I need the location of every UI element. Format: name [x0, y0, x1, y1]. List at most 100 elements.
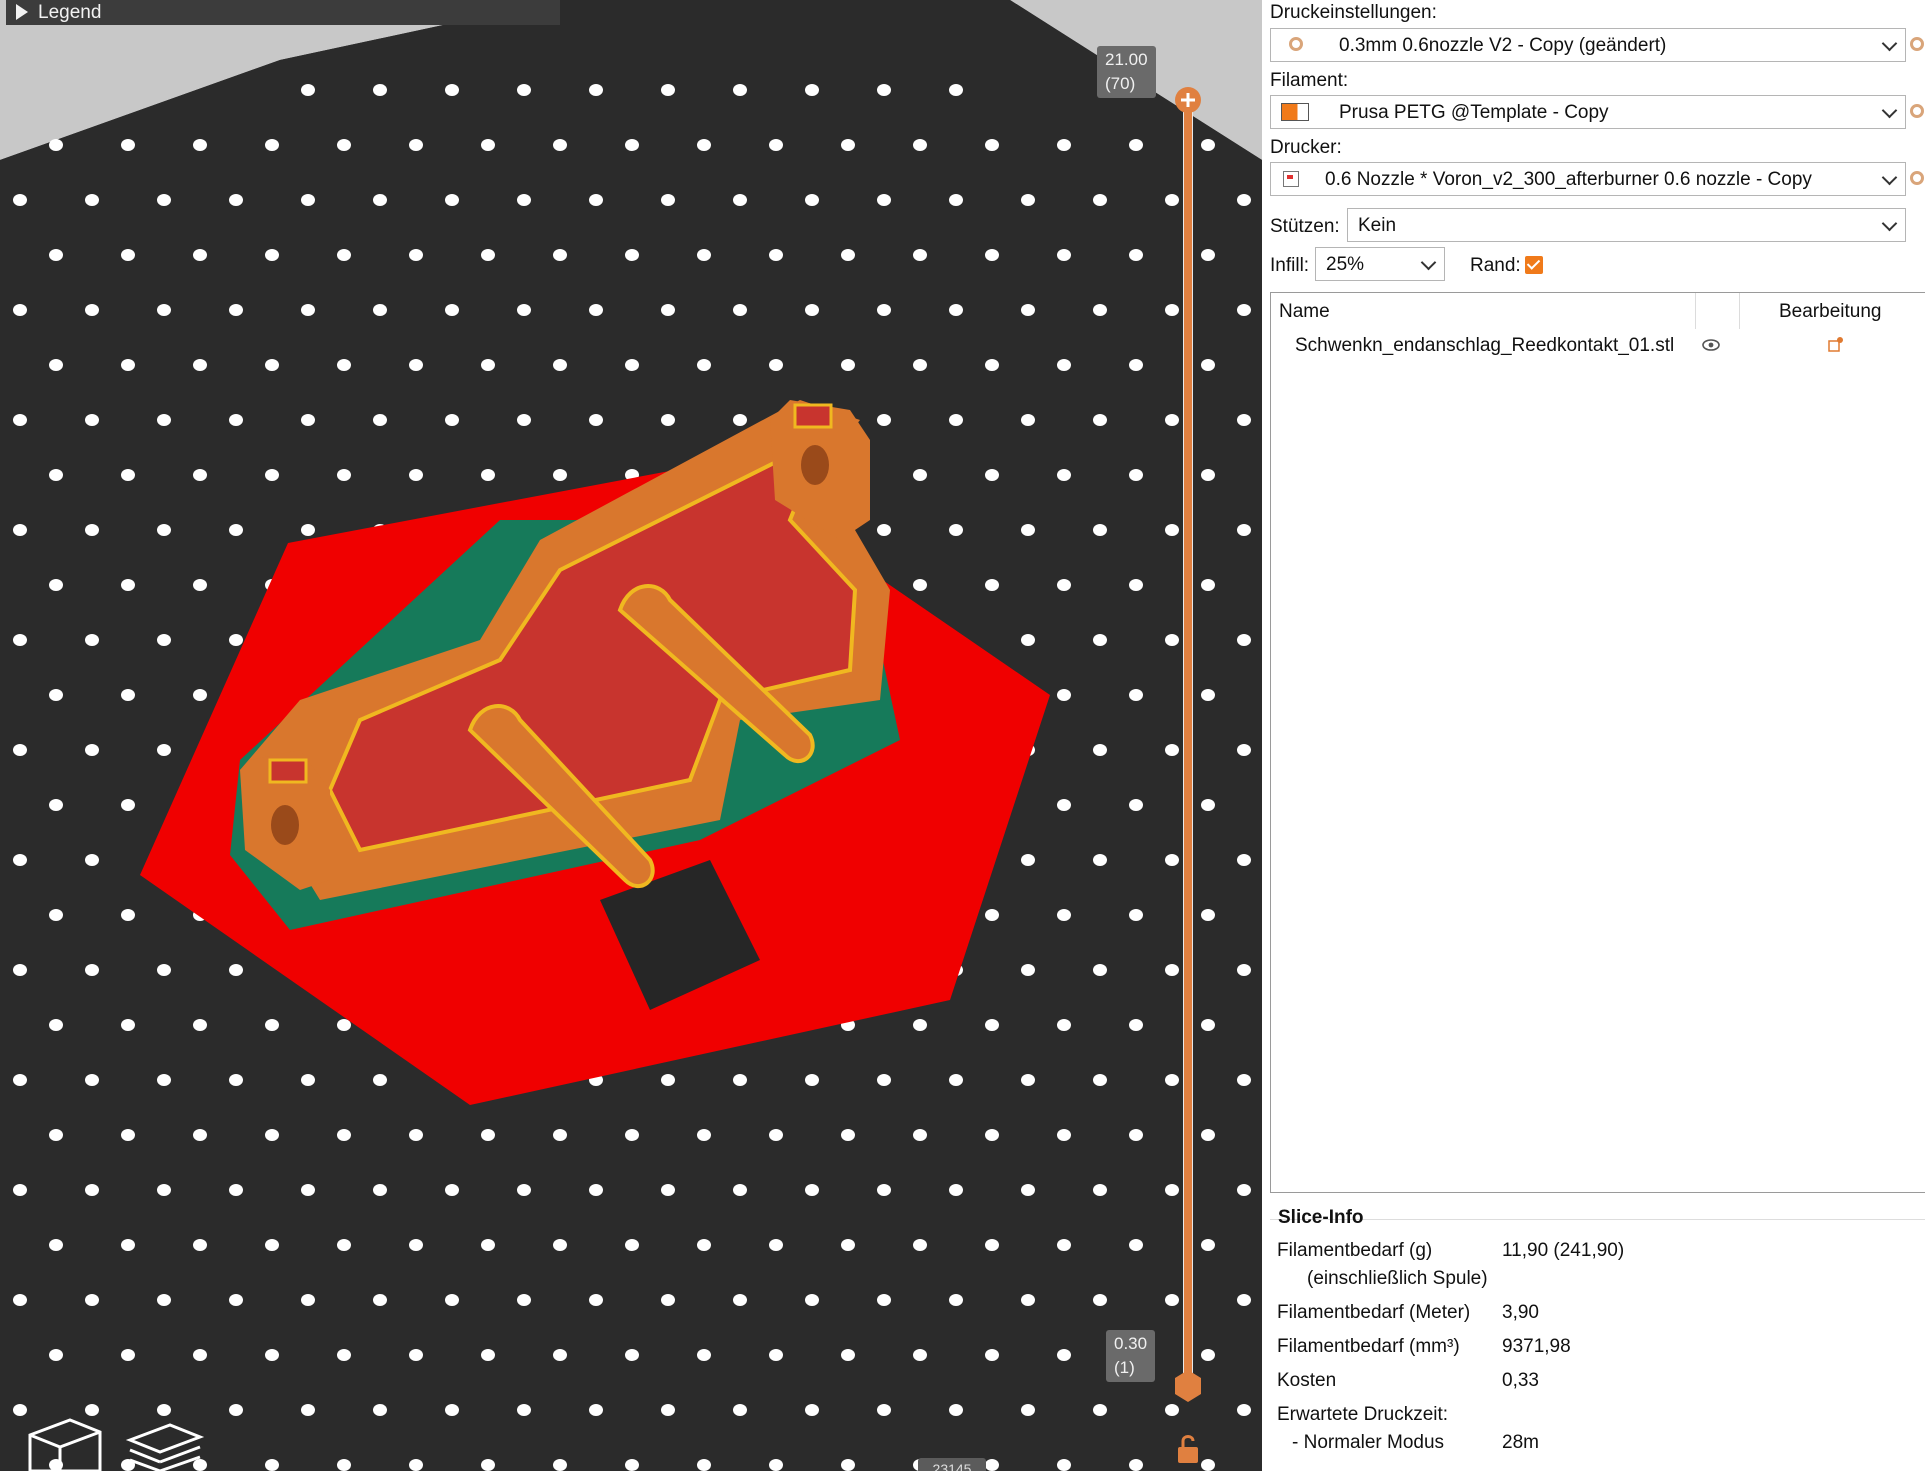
bed-dot: [733, 1184, 747, 1196]
brim-label: Rand:: [1470, 255, 1521, 276]
gcode-preview-scene[interactable]: [0, 0, 1262, 1471]
column-header-name[interactable]: Name: [1279, 301, 1330, 323]
bed-dot: [1129, 1239, 1143, 1251]
bed-dot: [229, 524, 243, 536]
bed-dot: [373, 194, 387, 206]
bed-dot: [49, 139, 63, 151]
bed-dot: [121, 469, 135, 481]
bed-dot: [301, 1074, 315, 1086]
bed-dot: [121, 1239, 135, 1251]
bed-dot: [949, 1074, 963, 1086]
bed-dot: [481, 469, 495, 481]
bed-dot: [697, 1239, 711, 1251]
filament-combo[interactable]: Prusa PETG @Template - Copy: [1270, 95, 1906, 129]
bed-dot: [337, 1129, 351, 1141]
edit-print-settings-icon[interactable]: [1910, 37, 1924, 51]
bed-dot: [553, 1239, 567, 1251]
brim-checkbox[interactable]: [1525, 256, 1543, 274]
bed-dot: [157, 964, 171, 976]
bed-dot: [85, 1404, 99, 1416]
3d-preview-viewport[interactable]: Legend 21.00 (70) 0.30 (1) 23145: [0, 0, 1262, 1471]
tab-right-top: [793, 403, 833, 429]
bed-dot: [1165, 1404, 1179, 1416]
bed-dot: [373, 414, 387, 426]
bed-dot: [13, 1404, 27, 1416]
bed-dot: [157, 524, 171, 536]
bed-dot: [1237, 414, 1251, 426]
bed-dot: [697, 139, 711, 151]
bed-dot: [301, 1294, 315, 1306]
bed-dot: [193, 579, 207, 591]
bed-dot: [949, 414, 963, 426]
bed-dot: [697, 1129, 711, 1141]
print-settings-label: Druckeinstellungen:: [1270, 2, 1437, 23]
bed-dot: [445, 1404, 459, 1416]
printer-combo[interactable]: 0.6 Nozzle * Voron_v2_300_afterburner 0.…: [1270, 162, 1906, 196]
edit-filament-icon[interactable]: [1910, 104, 1924, 118]
bed-dot: [337, 1239, 351, 1251]
bed-dot: [949, 304, 963, 316]
bed-dot: [661, 1074, 675, 1086]
bed-dot: [985, 1129, 999, 1141]
bed-dot: [589, 1404, 603, 1416]
bed-dot: [517, 84, 531, 96]
bed-dot: [13, 634, 27, 646]
list-item[interactable]: Schwenkn_endanschlag_Reedkontakt_01.stl: [1295, 335, 1674, 357]
bed-dot: [1021, 194, 1035, 206]
bed-dot: [517, 194, 531, 206]
bed-dot: [877, 194, 891, 206]
bed-dot: [1129, 249, 1143, 261]
slice-info-value: 9371,98: [1502, 1336, 1571, 1357]
slice-info-value: 0,33: [1502, 1370, 1539, 1391]
slice-info-key: Filamentbedarf (g): [1277, 1240, 1433, 1261]
bed-dot: [229, 634, 243, 646]
bed-dot: [481, 1349, 495, 1361]
bed-dot: [193, 359, 207, 371]
bed-dot: [1129, 689, 1143, 701]
bed-dot: [265, 1459, 279, 1471]
bed-dot: [841, 139, 855, 151]
bed-dot: [553, 1459, 567, 1471]
tab-left-hole: [271, 805, 299, 845]
slice-info-key: Kosten: [1277, 1370, 1337, 1391]
bed-dot: [373, 1294, 387, 1306]
tab-right-hole: [801, 445, 829, 485]
bed-dot: [1057, 1459, 1071, 1471]
eye-icon[interactable]: [1701, 338, 1721, 352]
bed-dot: [445, 194, 459, 206]
bed-dot: [733, 414, 747, 426]
bed-dot: [805, 194, 819, 206]
bed-dot: [193, 249, 207, 261]
supports-label: Stützen:: [1270, 216, 1340, 237]
bed-dot: [949, 1294, 963, 1306]
bed-dot: [85, 524, 99, 536]
bed-dot: [49, 579, 63, 591]
bed-dot: [949, 194, 963, 206]
bed-dot: [1021, 524, 1035, 536]
bed-dot: [985, 249, 999, 261]
bed-dot: [301, 1184, 315, 1196]
print-settings-combo[interactable]: 0.3mm 0.6nozzle V2 - Copy (geändert): [1270, 28, 1906, 62]
bed-dot: [877, 84, 891, 96]
bed-dot: [157, 194, 171, 206]
edit-object-icon[interactable]: [1827, 336, 1845, 354]
slider-lock-icon[interactable]: [1178, 1447, 1198, 1463]
object-list[interactable]: Name Bearbeitung Schwenkn_endanschlag_Re…: [1270, 292, 1925, 1193]
bed-dot: [913, 1349, 927, 1361]
bed-dot: [1021, 854, 1035, 866]
bed-dot: [265, 1019, 279, 1031]
bed-dot: [1093, 1294, 1107, 1306]
bed-dot: [229, 1404, 243, 1416]
bed-dot: [985, 359, 999, 371]
bed-dot: [949, 1404, 963, 1416]
bed-dot: [1237, 304, 1251, 316]
supports-combo[interactable]: Kein: [1347, 208, 1906, 242]
column-header-edit[interactable]: Bearbeitung: [1779, 301, 1881, 323]
infill-combo[interactable]: 25%: [1315, 247, 1445, 281]
bed-dot: [1165, 1294, 1179, 1306]
legend-toggle[interactable]: Legend: [6, 0, 560, 25]
edit-printer-icon[interactable]: [1910, 171, 1924, 185]
gear-icon: [1289, 37, 1303, 51]
bed-dot: [1057, 689, 1071, 701]
bed-dot: [1129, 1459, 1143, 1471]
